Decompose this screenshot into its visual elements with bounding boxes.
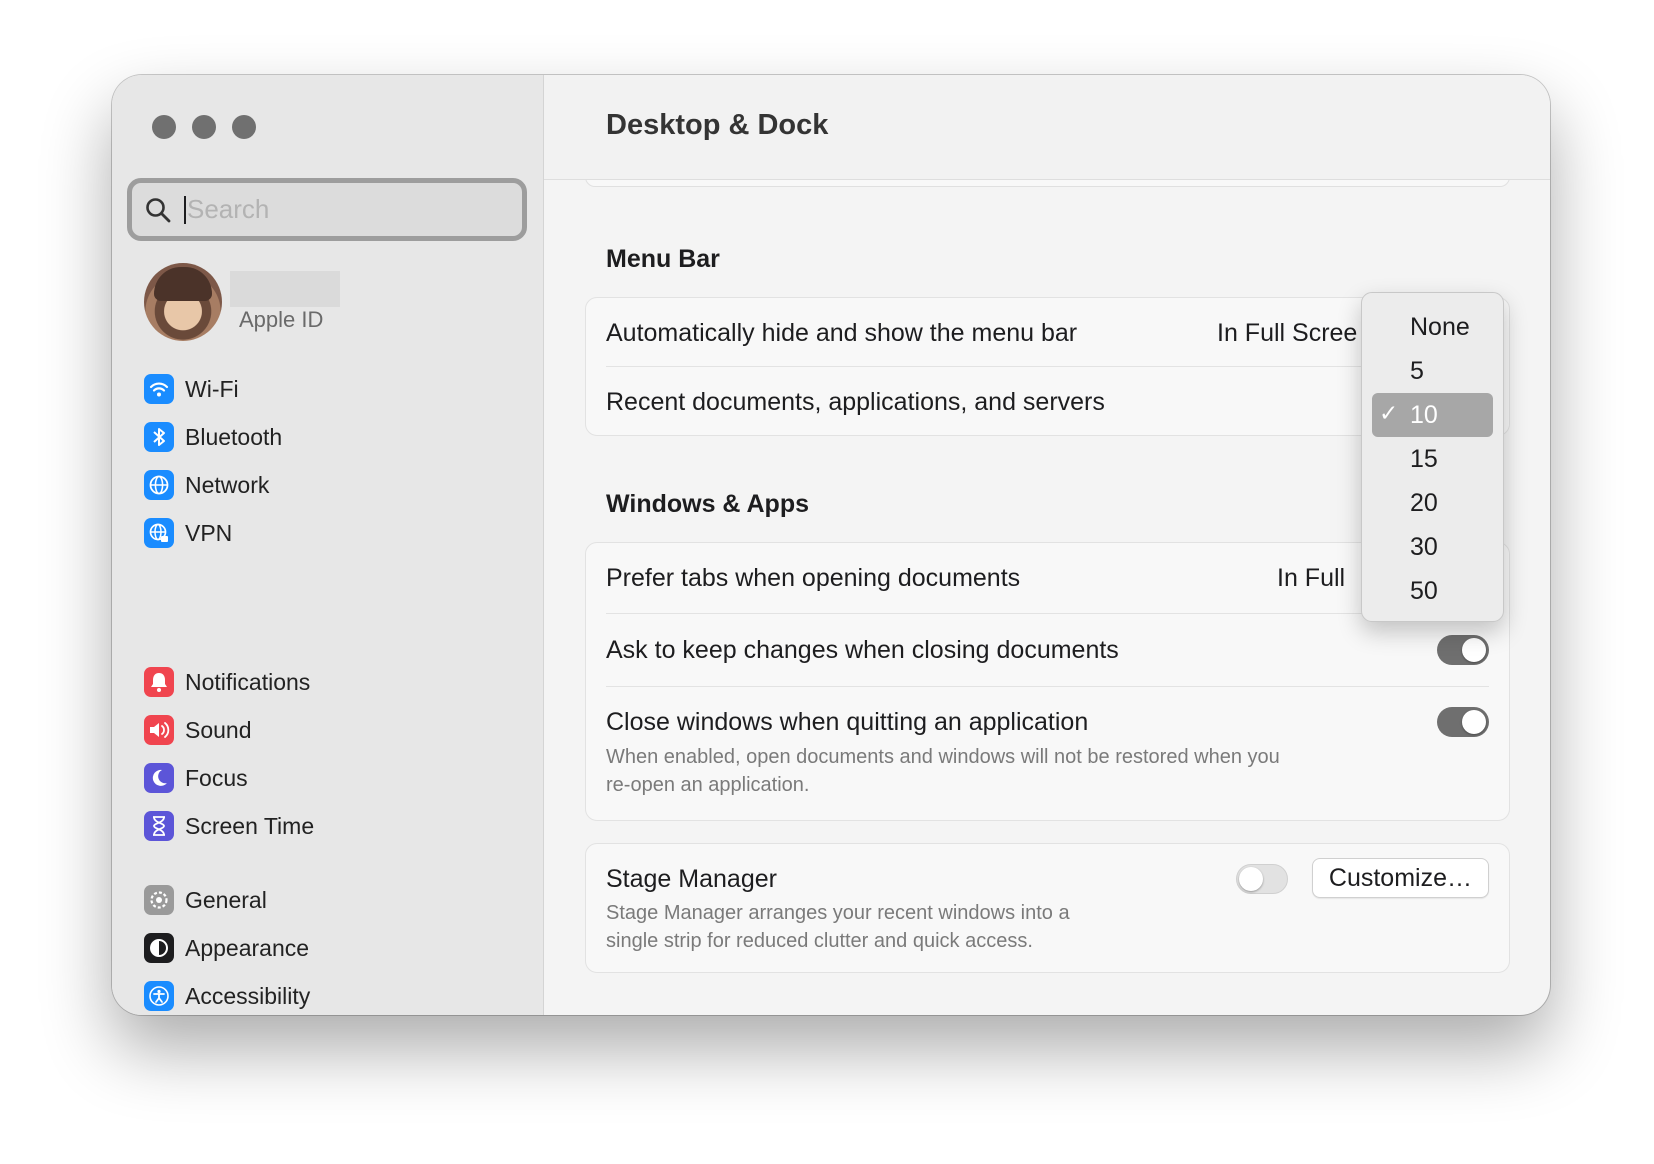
menu-option-label: 15 (1410, 444, 1438, 473)
auto-hide-menu-bar-popup[interactable]: In Full Scree (1217, 319, 1357, 348)
recent-items-label: Recent documents, applications, and serv… (606, 388, 1105, 416)
customize-button[interactable]: Customize… (1311, 858, 1489, 898)
sidebar-item-label: Notifications (185, 668, 311, 695)
stage-manager-label: Stage Manager (606, 865, 777, 893)
search-placeholder: Search (187, 194, 270, 224)
sidebar-item-appearance[interactable]: Appearance (144, 924, 335, 972)
accessibility-icon (144, 981, 174, 1011)
stage-manager-card: Stage Manager Stage Manager arranges you… (585, 843, 1510, 973)
stage-manager-description-line-1: Stage Manager arranges your recent windo… (606, 902, 1070, 924)
apple-id-label: Apple ID (239, 307, 324, 332)
close-windows-toggle[interactable] (1437, 707, 1489, 737)
checkmark-icon: ✓ (1379, 401, 1399, 427)
stage-manager-toggle[interactable] (1236, 864, 1288, 894)
minimize-window-button[interactable] (192, 115, 216, 139)
auto-hide-menu-bar-label: Automatically hide and show the menu bar (606, 319, 1078, 347)
menu-option-30[interactable]: 30 (1372, 525, 1493, 569)
sidebar: Search Apple ID Wi-Fi Bluetooth Network VPN… (112, 75, 544, 1015)
nav-group-network: Wi-Fi Bluetooth Network VPN (144, 365, 282, 557)
section-title-windows-apps: Windows & Apps (606, 490, 810, 518)
auto-hide-menu-bar-row: Automatically hide and show the menu bar… (606, 298, 1489, 366)
title-bar: Desktop & Dock (544, 75, 1550, 180)
search-field[interactable]: Search (127, 178, 527, 241)
close-windows-description-line-1: When enabled, open documents and windows… (606, 746, 1280, 768)
sidebar-item-accessibility[interactable]: Accessibility (144, 972, 335, 1015)
recent-items-popup-menu: None 5 ✓ 10 15 20 30 50 (1361, 292, 1504, 622)
sidebar-item-label: VPN (185, 519, 233, 546)
nav-group-system: GeneralAppearanceAccessibilityControl Ce… (144, 876, 335, 1015)
menu-option-label: 20 (1410, 488, 1438, 517)
bell-icon (144, 667, 174, 697)
menu-option-5[interactable]: 5 (1372, 349, 1493, 393)
sidebar-item-label: Focus (185, 764, 248, 791)
sidebar-item-wi-fi[interactable]: Wi-Fi (144, 365, 282, 413)
menu-option-15[interactable]: 15 (1372, 437, 1493, 481)
ask-keep-changes-label: Ask to keep changes when closing documen… (606, 636, 1119, 664)
sidebar-item-label: General (185, 886, 267, 913)
avatar (144, 263, 222, 341)
system-settings-window: Search Apple ID Wi-Fi Bluetooth Network VPN… (112, 75, 1550, 1015)
stage-manager-row: Stage Manager Stage Manager arranges you… (606, 844, 1489, 974)
text-cursor (184, 195, 186, 224)
sidebar-item-label: Wi-Fi (185, 375, 239, 402)
sidebar-item-label: Sound (185, 716, 252, 743)
apple-id-profile[interactable]: Apple ID (144, 263, 340, 341)
menu-option-label: 30 (1410, 532, 1438, 561)
moon-icon (144, 763, 174, 793)
sidebar-item-sound[interactable]: Sound (144, 706, 314, 754)
sidebar-item-label: Bluetooth (185, 423, 283, 450)
sidebar-item-label: Network (185, 471, 270, 498)
menu-option-10[interactable]: ✓ 10 (1372, 393, 1493, 437)
hourglass-icon (144, 811, 174, 841)
zoom-window-button[interactable] (232, 115, 256, 139)
recent-items-row: Recent documents, applications, and serv… (606, 367, 1489, 437)
sidebar-item-label: Accessibility (185, 982, 311, 1009)
gear-icon (144, 885, 174, 915)
close-window-button[interactable] (152, 115, 176, 139)
sidebar-item-notifications[interactable]: Notifications (144, 658, 314, 706)
menu-option-label: 10 (1410, 400, 1438, 429)
sidebar-item-label: Screen Time (185, 812, 315, 839)
search-icon (144, 196, 172, 224)
page-title: Desktop & Dock (606, 109, 829, 141)
nav-group-notifications: Notifications Sound Focus Screen Time (144, 658, 314, 850)
sidebar-item-label: Appearance (185, 934, 310, 961)
prefer-tabs-label: Prefer tabs when opening documents (606, 564, 1021, 592)
sidebar-item-screen-time[interactable]: Screen Time (144, 802, 314, 850)
menu-option-none[interactable]: None (1372, 305, 1493, 349)
bluetooth-icon (144, 422, 174, 452)
globe-icon (144, 470, 174, 500)
stage-manager-description-line-2: single strip for reduced clutter and qui… (606, 930, 1033, 952)
close-windows-row: Close windows when quitting an applicati… (606, 687, 1489, 821)
ask-keep-changes-toggle[interactable] (1437, 635, 1489, 665)
menu-option-50[interactable]: 50 (1372, 569, 1493, 613)
prefer-tabs-popup[interactable]: In Full (1277, 564, 1345, 593)
speaker-icon (144, 715, 174, 745)
redacted-account-name (230, 271, 340, 307)
close-windows-description-line-2: re-open an application. (606, 774, 810, 796)
prefer-tabs-row: Prefer tabs when opening documents In Fu… (606, 543, 1489, 613)
section-title-menu-bar: Menu Bar (606, 245, 720, 273)
menu-option-label: None (1410, 312, 1470, 341)
vpn-globe-icon (144, 518, 174, 548)
sidebar-item-focus[interactable]: Focus (144, 754, 314, 802)
sidebar-item-bluetooth[interactable]: Bluetooth (144, 413, 282, 461)
appearance-icon (144, 933, 174, 963)
wifi-icon (144, 374, 174, 404)
window-controls (152, 115, 256, 139)
menu-option-label: 50 (1410, 576, 1438, 605)
sidebar-item-network[interactable]: Network (144, 461, 282, 509)
sidebar-item-general[interactable]: General (144, 876, 335, 924)
menu-option-label: 5 (1410, 356, 1424, 385)
menu-option-20[interactable]: 20 (1372, 481, 1493, 525)
sidebar-item-vpn[interactable]: VPN (144, 509, 282, 557)
close-windows-label: Close windows when quitting an applicati… (606, 708, 1089, 736)
ask-keep-changes-row: Ask to keep changes when closing documen… (606, 614, 1489, 686)
